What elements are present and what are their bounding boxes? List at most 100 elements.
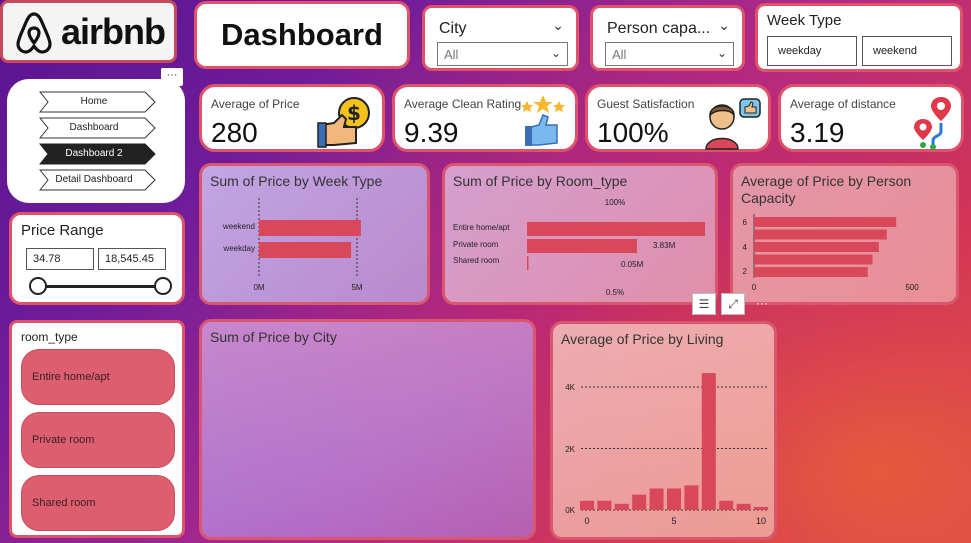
airbnb-mark-icon <box>16 11 52 54</box>
nav-detail-label: Detail Dashboard <box>55 174 133 185</box>
y-tick-label: 2K <box>565 445 575 454</box>
category-label: Private room <box>453 240 499 249</box>
bar-capacity-3[interactable] <box>754 254 873 265</box>
thumbs-stars-icon <box>521 95 565 146</box>
chart-price-by-week-type[interactable]: Sum of Price by Week Type weekend weekda… <box>199 163 430 305</box>
bar-living-8[interactable] <box>719 500 734 510</box>
kpi-label: Average Clean Rating <box>404 97 522 111</box>
data-label: 100% <box>605 198 625 207</box>
person-dropdown[interactable]: All ⌄ <box>605 42 734 66</box>
city-slicer[interactable]: City ⌄ All ⌄ <box>422 5 579 71</box>
person-slicer-label: Person capa... <box>607 20 711 37</box>
y-tick-label: 4K <box>565 383 575 392</box>
y-tick-label: 2 <box>743 267 748 276</box>
visual-header: ☰ ⤢ ··· <box>692 293 777 315</box>
nav-detail-dashboard-button[interactable]: Detail Dashboard <box>39 169 157 191</box>
filter-icon[interactable]: ☰ <box>692 293 716 315</box>
more-options-icon[interactable]: ··· <box>750 293 774 315</box>
page-title-card: Dashboard <box>194 1 410 69</box>
bar-living-9[interactable] <box>736 503 751 510</box>
x-tick-label: 0 <box>752 283 757 292</box>
person-capacity-chart-svg: 6 4 2 0 500 <box>743 214 919 292</box>
room-type-title: room_type <box>21 330 78 344</box>
bar-living-7[interactable] <box>701 373 716 510</box>
bar-room-type[interactable] <box>527 239 637 253</box>
chart-price-by-living[interactable]: Average of Price by Living 4K 2K 0K 0 5 … <box>550 321 777 540</box>
chart-price-by-room-type[interactable]: Sum of Price by Room_type 100% Entire ho… <box>442 163 718 305</box>
person-dropdown-value: All <box>612 47 627 62</box>
category-label: Entire home/apt <box>453 223 510 232</box>
kpi-label: Guest Satisfaction <box>597 97 695 111</box>
x-tick-label: 0M <box>253 283 264 292</box>
price-range-track[interactable] <box>38 285 166 288</box>
weekday-option[interactable]: weekday <box>767 36 857 66</box>
weekend-option[interactable]: weekend <box>862 36 952 66</box>
nav-dashboard-button[interactable]: Dashboard <box>39 117 157 139</box>
kpi-value: 3.19 <box>790 117 845 148</box>
bar-living-1[interactable] <box>597 500 612 510</box>
chart-price-by-person-capacity[interactable]: Average of Price by Person Capacity 6 4 … <box>730 163 959 305</box>
room-type-chart-svg: 100% Entire home/apt Private room Shared… <box>453 198 705 297</box>
nav-home-button[interactable]: Home <box>39 91 157 113</box>
bar-living-0[interactable] <box>580 500 594 510</box>
city-slicer-label: City <box>439 20 467 37</box>
bar-capacity-2[interactable] <box>754 267 868 277</box>
person-capacity-slicer[interactable]: Person capa... ⌄ All ⌄ <box>590 5 745 71</box>
kpi-clean-rating: Average Clean Rating 9.39 <box>392 84 578 152</box>
bar-living-10[interactable] <box>754 506 768 510</box>
bar-living-4[interactable] <box>649 488 664 510</box>
chevron-down-icon: ⌄ <box>550 46 561 60</box>
category-label: weekday <box>222 244 255 253</box>
room-type-shared-button[interactable]: Shared room <box>21 475 175 531</box>
price-min-input[interactable]: 34.78 <box>26 248 94 270</box>
x-tick-label: 5 <box>671 516 676 526</box>
category-label: weekend <box>222 222 255 231</box>
chevron-down-icon[interactable]: ⌄ <box>552 17 564 34</box>
room-type-slicer: room_type Entire home/apt Private room S… <box>9 320 185 538</box>
price-min-handle[interactable] <box>29 277 47 295</box>
week-type-chart-svg: weekend weekday 0M 5M <box>222 198 363 292</box>
bar-capacity-6[interactable] <box>754 217 897 227</box>
chevron-down-icon[interactable]: ⌄ <box>718 17 730 34</box>
bar-living-2[interactable] <box>614 503 629 510</box>
route-pin-icon <box>914 97 951 150</box>
bar-room-type[interactable] <box>527 256 529 270</box>
room-type-entire-button[interactable]: Entire home/apt <box>21 349 175 405</box>
kpi-value: 280 <box>211 117 258 148</box>
city-dropdown-value: All <box>444 47 459 62</box>
bar-weekend[interactable] <box>259 220 361 236</box>
bar-living-6[interactable] <box>684 485 699 510</box>
kpi-average-price: Average of Price 280 $ <box>199 84 385 152</box>
x-tick-label: 10 <box>756 516 766 526</box>
price-max-handle[interactable] <box>154 277 172 295</box>
kpi-label: Average of Price <box>211 97 300 111</box>
x-tick-label: 0 <box>584 516 589 526</box>
logo-wordmark: airbnb <box>61 10 166 52</box>
x-tick-label: 500 <box>905 283 919 292</box>
kpi-label: Average of distance <box>790 97 896 111</box>
kpi-average-distance: Average of distance 3.19 <box>778 84 964 152</box>
week-type-label: Week Type <box>767 12 842 29</box>
bar-living-3[interactable] <box>632 494 647 510</box>
nav-home-label: Home <box>80 96 108 107</box>
price-max-input[interactable]: 18,545.45 <box>98 248 166 270</box>
chevron-down-icon: ⌄ <box>716 46 727 60</box>
nav-dashboard-label: Dashboard <box>69 122 119 133</box>
bar-weekday[interactable] <box>259 242 352 258</box>
bar-capacity-5[interactable] <box>754 229 887 240</box>
focus-mode-icon[interactable]: ⤢ <box>721 293 745 315</box>
bar-living-5[interactable] <box>667 488 681 510</box>
living-chart-svg: 4K 2K 0K 0 5 10 <box>565 373 768 526</box>
chart-price-by-city[interactable]: Sum of Price by City <box>199 319 536 540</box>
bar-room-type[interactable] <box>527 222 705 236</box>
x-tick-label: 5M <box>351 283 362 292</box>
bar-capacity-4[interactable] <box>754 242 879 252</box>
room-type-private-button[interactable]: Private room <box>21 412 175 468</box>
y-tick-label: 0K <box>565 506 575 515</box>
nav-dashboard2-button[interactable]: Dashboard 2 <box>39 143 157 165</box>
data-label: 3.83M <box>653 241 676 250</box>
data-label: 0.5% <box>606 288 624 297</box>
city-dropdown[interactable]: All ⌄ <box>437 42 568 66</box>
kpi-value: 9.39 <box>404 117 459 148</box>
y-tick-label: 6 <box>743 218 748 227</box>
